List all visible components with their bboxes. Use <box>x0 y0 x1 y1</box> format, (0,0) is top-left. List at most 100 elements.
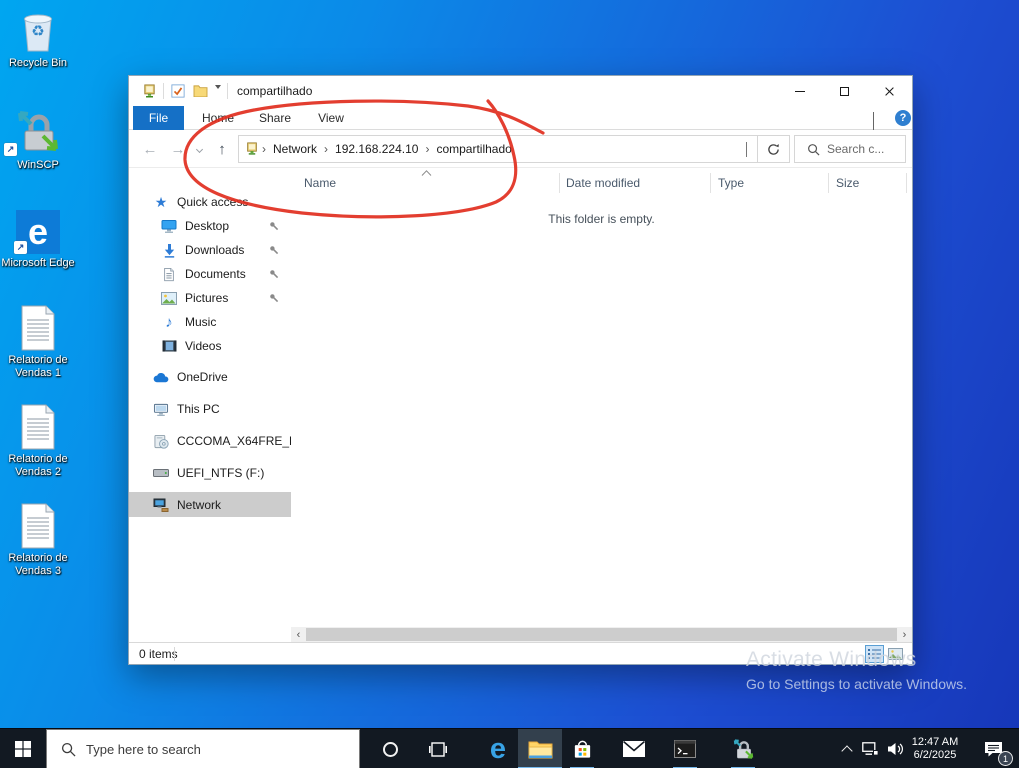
taskbar-mail-button[interactable] <box>614 729 654 768</box>
search-icon <box>807 143 820 156</box>
scroll-right-arrow[interactable]: › <box>897 627 912 642</box>
tray-show-hidden-icons-button[interactable] <box>836 729 858 768</box>
up-button[interactable]: ↑ <box>211 130 233 168</box>
action-center-button[interactable]: 1 <box>972 729 1014 768</box>
back-button[interactable]: ← <box>139 130 161 168</box>
quick-access-toolbar-dropdown-icon[interactable] <box>215 85 221 107</box>
command-prompt-icon <box>674 740 696 758</box>
breadcrumb-network[interactable]: Network <box>269 142 321 156</box>
details-view-icon <box>868 649 881 659</box>
sidebar-item-label: This PC <box>177 402 220 416</box>
sidebar-item-music[interactable]: ♪ Music <box>129 310 291 334</box>
sidebar-item-network[interactable]: Network <box>129 492 291 517</box>
taskbar-clock[interactable]: 12:47 AM 6/2/2025 <box>906 729 964 768</box>
tab-file[interactable]: File <box>133 106 184 130</box>
sidebar-item-documents[interactable]: Documents <box>129 262 291 286</box>
tab-view[interactable]: View <box>310 106 352 129</box>
title-bar[interactable]: compartilhado <box>129 76 912 106</box>
desktop-icon-relatorio-3[interactable]: Relatorio de Vendas 3 <box>0 501 76 578</box>
sidebar-item-cccoma-drive[interactable]: CCCOMA_X64FRE_PT <box>129 429 291 453</box>
text-document-icon <box>0 303 76 351</box>
sidebar-item-quick-access[interactable]: ★ Quick access <box>129 190 291 214</box>
sidebar-item-label: Music <box>185 315 217 329</box>
taskbar-explorer-button[interactable] <box>518 729 562 768</box>
address-dropdown-icon[interactable] <box>746 142 747 157</box>
cortana-icon <box>382 741 398 757</box>
sidebar-item-uefi-drive[interactable]: UEFI_NTFS (F:) <box>129 461 291 485</box>
explorer-window: compartilhado File Home Share View ? ← →… <box>128 75 913 665</box>
recycle-symbol-icon: ♻ <box>31 23 45 40</box>
breadcrumb-folder[interactable]: compartilhado <box>432 142 515 156</box>
breadcrumb-separator[interactable]: › <box>321 142 331 156</box>
horizontal-scrollbar[interactable]: ‹ › <box>291 627 912 642</box>
address-bar-row: ← → ↑ › Network › 192.168.224.10 › compa… <box>129 130 912 168</box>
sidebar-item-videos[interactable]: Videos <box>129 334 291 358</box>
start-button[interactable] <box>0 729 46 768</box>
minimize-icon <box>794 90 805 92</box>
navigation-pane: ★ Quick access Desktop Downloads Documen… <box>129 168 291 627</box>
maximize-button[interactable] <box>822 76 867 106</box>
desktop-icon-relatorio-1[interactable]: Relatorio de Vendas 1 <box>0 303 76 380</box>
edge-tile-icon: e ↗ <box>0 206 76 254</box>
breadcrumb-separator[interactable]: › <box>422 142 432 156</box>
speaker-icon <box>887 743 903 755</box>
desktop-icon-label: Relatorio de Vendas 2 <box>8 453 68 478</box>
taskbar-edge-button[interactable]: e <box>478 729 518 768</box>
tab-home[interactable]: Home <box>195 106 241 129</box>
breadcrumb-ip[interactable]: 192.168.224.10 <box>331 142 422 156</box>
ribbon-collapse-icon[interactable] <box>873 112 874 130</box>
desktop-icon <box>161 218 177 234</box>
text-document-icon <box>0 402 76 450</box>
film-icon <box>161 338 177 354</box>
sidebar-item-downloads[interactable]: Downloads <box>129 238 291 262</box>
column-separator[interactable] <box>710 173 711 193</box>
task-view-button[interactable] <box>420 729 456 768</box>
refresh-button[interactable] <box>758 135 790 163</box>
taskbar-cmd-button[interactable] <box>665 729 705 768</box>
column-separator[interactable] <box>906 173 907 193</box>
column-header-type[interactable]: Type <box>718 176 744 190</box>
taskbar-winscp-button[interactable] <box>723 729 763 768</box>
tray-volume-button[interactable] <box>882 729 908 768</box>
column-separator[interactable] <box>828 173 829 193</box>
sidebar-item-desktop[interactable]: Desktop <box>129 214 291 238</box>
help-button[interactable]: ? <box>895 110 911 126</box>
properties-icon[interactable] <box>171 84 185 98</box>
sidebar-item-pictures[interactable]: Pictures <box>129 286 291 310</box>
address-breadcrumb[interactable]: › Network › 192.168.224.10 › compartilha… <box>238 135 758 163</box>
desktop-icon-label: Recycle Bin <box>8 57 68 69</box>
tab-share[interactable]: Share <box>252 106 298 129</box>
desktop-icon-microsoft-edge[interactable]: e ↗ Microsoft Edge <box>0 206 76 270</box>
taskbar-store-button[interactable] <box>562 729 602 768</box>
forward-button[interactable]: → <box>167 130 189 168</box>
column-header-name[interactable]: Name <box>304 176 336 190</box>
desktop-icon-recycle-bin[interactable]: ♻ Recycle Bin <box>0 6 76 70</box>
desktop-icon-winscp[interactable]: ↗ WinSCP <box>0 108 76 172</box>
watermark-subtitle: Go to Settings to activate Windows. <box>746 676 967 692</box>
thumbnail-view-button[interactable] <box>886 645 905 663</box>
status-bar: 0 items <box>129 642 912 664</box>
scrollbar-thumb[interactable] <box>306 628 897 641</box>
minimize-button[interactable] <box>777 76 822 106</box>
close-button[interactable] <box>867 76 912 106</box>
pin-icon <box>269 221 279 231</box>
column-separator[interactable] <box>559 173 560 193</box>
column-header-date-modified[interactable]: Date modified <box>566 176 640 190</box>
thumbnail-view-icon <box>888 648 903 660</box>
taskbar-search-input[interactable]: Type here to search <box>46 729 360 768</box>
desktop-icon-relatorio-2[interactable]: Relatorio de Vendas 2 <box>0 402 76 479</box>
sidebar-item-onedrive[interactable]: OneDrive <box>129 365 291 389</box>
details-view-button[interactable] <box>865 645 884 663</box>
column-header-size[interactable]: Size <box>836 176 859 190</box>
explorer-search-input[interactable]: Search c... <box>794 135 906 163</box>
recent-locations-dropdown-icon[interactable] <box>191 130 207 168</box>
statusbar-separator <box>174 647 175 661</box>
breadcrumb-separator[interactable]: › <box>259 142 269 156</box>
tray-network-button[interactable] <box>858 729 882 768</box>
close-icon <box>884 86 895 97</box>
cortana-button[interactable] <box>372 729 408 768</box>
items-count: 0 items <box>139 647 178 661</box>
sidebar-item-this-pc[interactable]: This PC <box>129 397 291 421</box>
scroll-left-arrow[interactable]: ‹ <box>291 627 306 642</box>
new-folder-icon[interactable] <box>193 84 208 97</box>
